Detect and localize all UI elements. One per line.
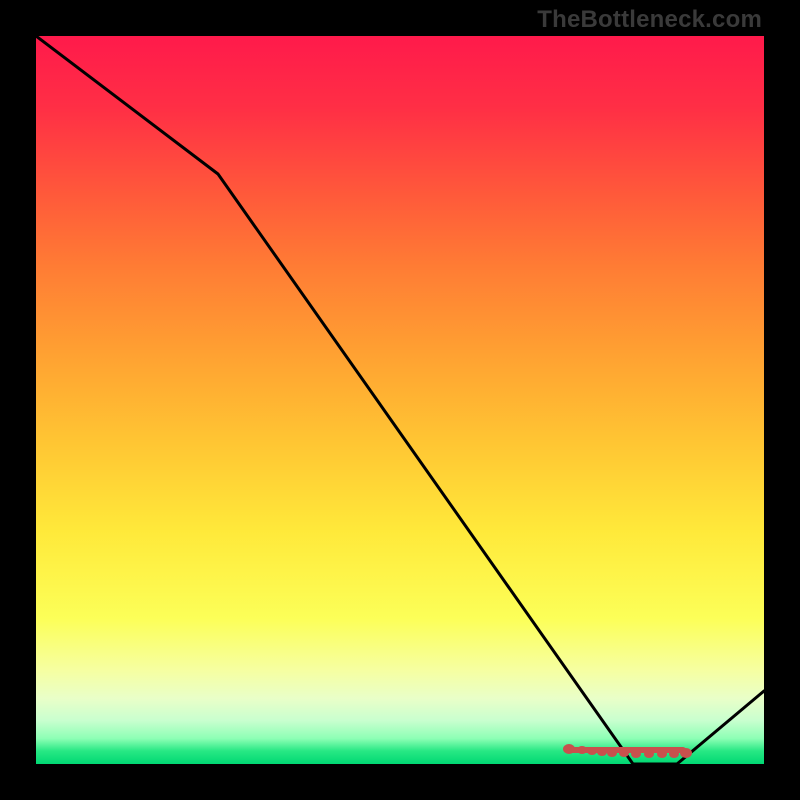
chart-stage: TheBottleneck.com bbox=[0, 0, 800, 800]
plot-area bbox=[36, 36, 764, 764]
marker-cluster bbox=[563, 744, 692, 758]
data-line bbox=[36, 36, 764, 764]
line-series bbox=[36, 36, 764, 764]
attribution-label: TheBottleneck.com bbox=[537, 6, 762, 34]
